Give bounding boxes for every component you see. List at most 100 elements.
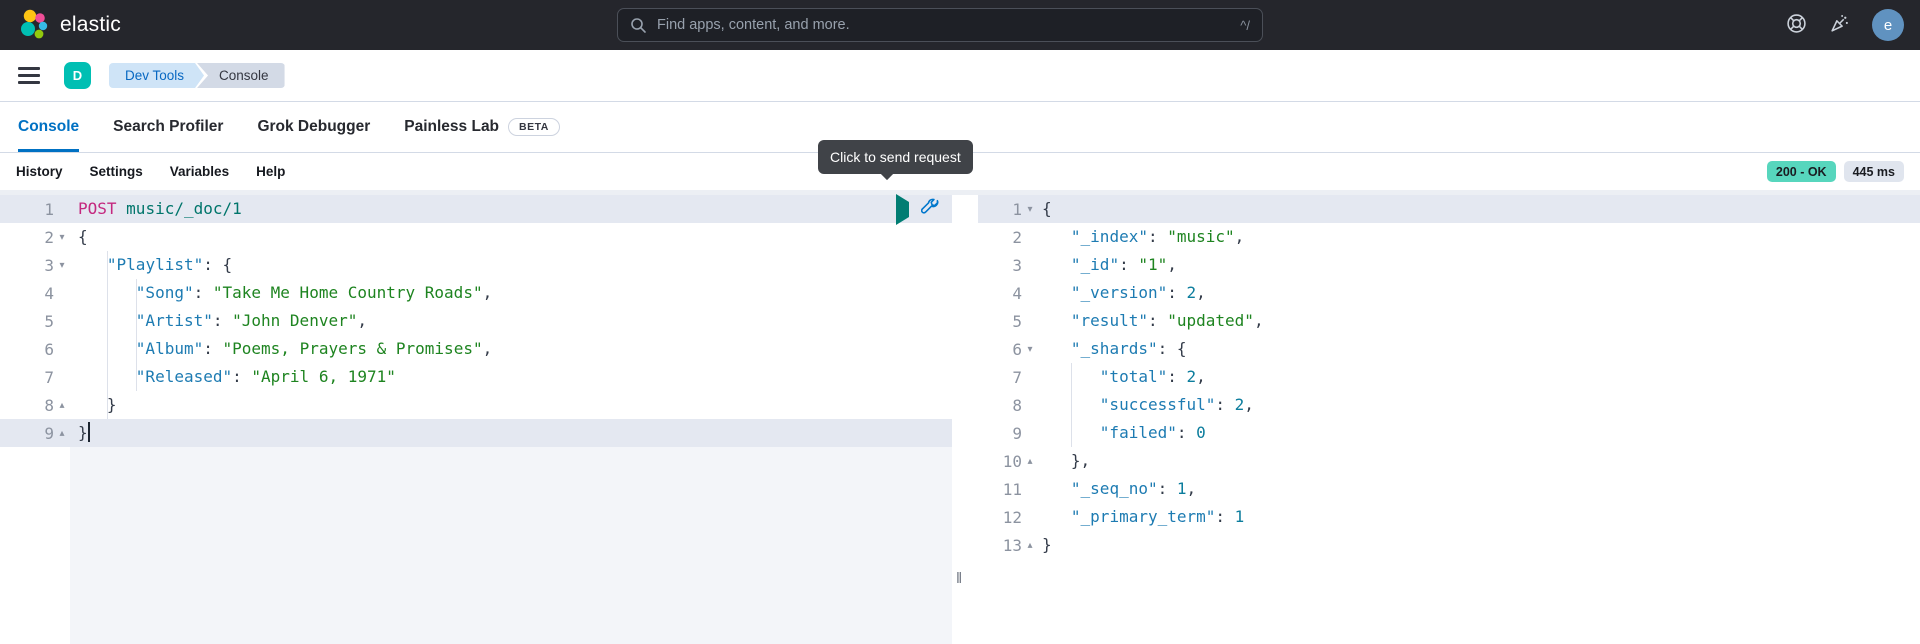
code-line[interactable]: 2▾{ — [0, 223, 952, 251]
fold-toggle-icon[interactable]: ▾ — [1022, 204, 1038, 215]
code-line[interactable]: 4 "_version": 2, — [978, 279, 1920, 307]
code-text: "Playlist": { — [70, 251, 232, 279]
header-actions: e — [1786, 9, 1904, 41]
send-request-button[interactable] — [896, 202, 909, 217]
code-line[interactable]: 7 "Released": "April 6, 1971" — [0, 363, 952, 391]
line-number: 5 — [44, 312, 54, 331]
line-number: 13 — [1003, 536, 1022, 555]
play-icon — [896, 194, 909, 225]
code-text: "_id": "1", — [1038, 251, 1177, 279]
status-badge: 200 - OK — [1767, 161, 1836, 182]
line-number: 9 — [1012, 424, 1022, 443]
code-line[interactable]: 3▾ "Playlist": { — [0, 251, 952, 279]
line-number: 2 — [1012, 228, 1022, 247]
code-text: "_seq_no": 1, — [1038, 475, 1196, 503]
gutter-cell: 1▾ — [978, 195, 1038, 223]
fold-toggle-icon[interactable]: ▾ — [54, 260, 70, 271]
help-icon[interactable] — [1786, 13, 1807, 37]
history-button[interactable]: History — [16, 164, 63, 179]
gutter-cell: 4 — [978, 279, 1038, 307]
gutter-cell: 2▾ — [0, 223, 70, 251]
help-button[interactable]: Help — [256, 164, 285, 179]
global-search-input[interactable]: Find apps, content, and more. ^/ — [617, 8, 1263, 42]
line-number: 8 — [44, 396, 54, 415]
gutter-cell: 5 — [0, 307, 70, 335]
deployment-badge[interactable]: D — [64, 62, 91, 89]
line-number: 6 — [44, 340, 54, 359]
code-text: POST music/_doc/1 — [70, 195, 242, 223]
code-line[interactable]: 2 "_index": "music", — [978, 223, 1920, 251]
code-line[interactable]: 3 "_id": "1", — [978, 251, 1920, 279]
code-line[interactable]: 9 "failed": 0 — [978, 419, 1920, 447]
request-editor[interactable]: 1POST music/_doc/12▾{3▾ "Playlist": {4 "… — [0, 190, 952, 644]
gutter-cell: 6 — [0, 335, 70, 363]
code-line[interactable]: 9▴} — [0, 419, 952, 447]
code-line[interactable]: 5 "Artist": "John Denver", — [0, 307, 952, 335]
tab-painless-lab[interactable]: Painless Lab BETA — [404, 102, 560, 152]
fold-toggle-icon[interactable]: ▴ — [54, 428, 70, 439]
code-line[interactable]: 5 "result": "updated", — [978, 307, 1920, 335]
fold-toggle-icon[interactable]: ▾ — [54, 232, 70, 243]
menu-icon[interactable] — [18, 67, 40, 84]
code-line[interactable]: 13▴} — [978, 531, 1920, 559]
request-editor-filler[interactable] — [0, 447, 952, 644]
fold-toggle-icon[interactable]: ▴ — [1022, 456, 1038, 467]
gutter-cell: 1 — [0, 195, 70, 223]
whats-new-icon[interactable] — [1829, 13, 1850, 37]
fold-toggle-icon[interactable]: ▴ — [1022, 540, 1038, 551]
line-number: 5 — [1012, 312, 1022, 331]
gutter-cell: 9 — [978, 419, 1038, 447]
code-text: "Released": "April 6, 1971" — [70, 363, 396, 391]
code-text: "Song": "Take Me Home Country Roads", — [70, 279, 492, 307]
splitter-handle-icon[interactable]: ‖ — [956, 570, 962, 587]
code-text: } — [70, 391, 117, 419]
code-line[interactable]: 1 POST music/_doc/1 — [0, 195, 952, 223]
code-line[interactable]: 6 "Album": "Poems, Prayers & Promises", — [0, 335, 952, 363]
breadcrumb-console: Console — [197, 63, 285, 88]
nav-bar: D Dev Tools Console — [0, 50, 1920, 102]
code-text: { — [1038, 195, 1052, 223]
variables-button[interactable]: Variables — [170, 164, 229, 179]
code-line[interactable]: 4 "Song": "Take Me Home Country Roads", — [0, 279, 952, 307]
settings-button[interactable]: Settings — [90, 164, 143, 179]
code-line[interactable]: 12 "_primary_term": 1 — [978, 503, 1920, 531]
elastic-logo-icon — [18, 8, 50, 42]
code-line[interactable]: 11 "_seq_no": 1, — [978, 475, 1920, 503]
fold-toggle-icon[interactable]: ▾ — [1022, 344, 1038, 355]
line-number: 8 — [1012, 396, 1022, 415]
code-text: } — [70, 419, 90, 447]
tab-console[interactable]: Console — [18, 102, 79, 152]
line-number: 3 — [1012, 256, 1022, 275]
code-line[interactable]: 7 "total": 2, — [978, 363, 1920, 391]
elastic-logo[interactable]: elastic — [18, 8, 121, 42]
line-number: 1 — [44, 200, 54, 219]
gutter-cell: 7 — [978, 363, 1038, 391]
fold-toggle-icon[interactable]: ▴ — [54, 400, 70, 411]
panel-splitter[interactable]: ‖ — [952, 190, 978, 644]
gutter-cell: 6▾ — [978, 335, 1038, 363]
gutter-cell: 8▴ — [0, 391, 70, 419]
code-text: "Artist": "John Denver", — [70, 307, 367, 335]
code-text: "_index": "music", — [1038, 223, 1244, 251]
send-request-tooltip: Click to send request — [818, 140, 973, 174]
code-text: "_version": 2, — [1038, 279, 1206, 307]
user-avatar[interactable]: e — [1872, 9, 1904, 41]
tab-grok-debugger[interactable]: Grok Debugger — [257, 102, 370, 152]
breadcrumb-dev-tools[interactable]: Dev Tools — [109, 63, 204, 88]
gutter-cell: 7 — [0, 363, 70, 391]
line-number: 3 — [44, 256, 54, 275]
code-line[interactable]: 6▾ "_shards": { — [978, 335, 1920, 363]
code-text: "total": 2, — [1038, 363, 1206, 391]
response-viewer[interactable]: 1▾{2 "_index": "music",3 "_id": "1",4 "_… — [978, 190, 1920, 644]
line-number: 9 — [44, 424, 54, 443]
code-text: "_shards": { — [1038, 335, 1187, 363]
gutter-cell: 2 — [978, 223, 1038, 251]
request-options-wrench-icon[interactable] — [921, 198, 940, 220]
code-line[interactable]: 8 "successful": 2, — [978, 391, 1920, 419]
gutter-cell: 10▴ — [978, 447, 1038, 475]
tab-search-profiler[interactable]: Search Profiler — [113, 102, 223, 152]
code-line[interactable]: 10▴ }, — [978, 447, 1920, 475]
code-line[interactable]: 1▾{ — [978, 195, 1920, 223]
code-line[interactable]: 8▴ } — [0, 391, 952, 419]
line-number: 4 — [44, 284, 54, 303]
